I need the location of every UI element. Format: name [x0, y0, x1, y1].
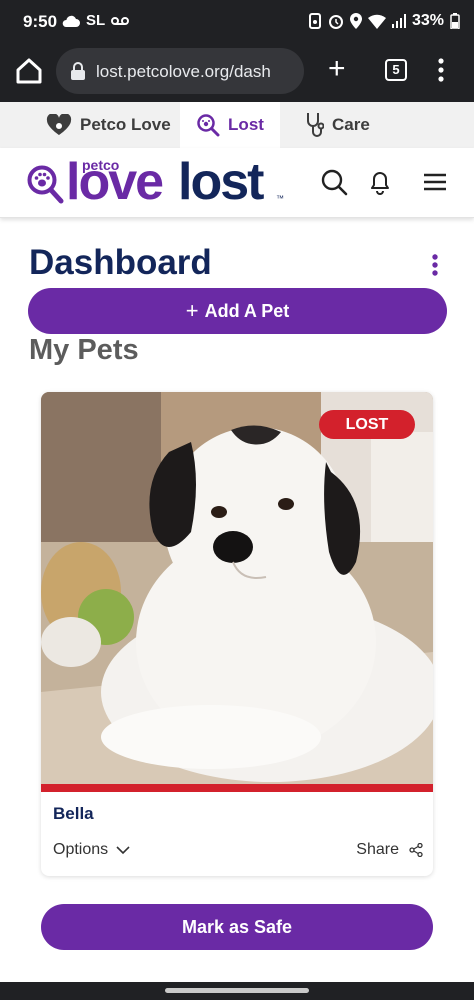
chevron-down-icon [116, 846, 130, 855]
tab-label: Lost [228, 115, 264, 134]
options-dropdown[interactable]: Options [53, 841, 130, 859]
clock: 9:50 [23, 12, 58, 31]
tab-care[interactable]: Care [304, 102, 370, 148]
hamburger-menu-icon[interactable] [421, 168, 449, 196]
mark-safe-button[interactable]: Mark as Safe [41, 904, 433, 950]
logo-lost-text: lost [178, 153, 264, 211]
page-title: Dashboard [29, 243, 212, 282]
url-text: lost.petcolove.org/dash [96, 62, 271, 81]
section-title: My Pets [29, 334, 139, 366]
home-icon[interactable] [14, 56, 44, 86]
pet-card[interactable]: LOST Bella Options Share [41, 392, 433, 876]
logo-love-text: love [66, 153, 164, 211]
new-tab-icon[interactable]: + [328, 54, 346, 84]
search-icon[interactable] [320, 168, 348, 196]
cloud-icon [62, 15, 80, 27]
share-button[interactable]: Share [356, 841, 423, 859]
tab-petco-love[interactable]: Petco Love [46, 102, 171, 148]
stethoscope-icon [307, 113, 324, 137]
wifi-calling-icon [308, 13, 321, 29]
status-badge: LOST [319, 410, 415, 439]
status-left-icons: SL [62, 12, 130, 29]
tab-label: Care [332, 115, 370, 134]
share-icon [409, 843, 423, 857]
address-bar[interactable]: lost.petcolove.org/dash [56, 48, 304, 94]
pet-photo[interactable] [41, 392, 433, 784]
battery-percent: 33% [411, 12, 444, 29]
search-paw-icon [197, 114, 220, 137]
dashboard-menu-icon[interactable] [431, 254, 439, 276]
add-pet-label: Add A Pet [204, 300, 290, 321]
gesture-handle[interactable] [165, 988, 309, 993]
heart-paw-icon [46, 114, 72, 135]
alarm-icon [328, 15, 343, 29]
plus-icon: + [185, 298, 199, 323]
location-icon [349, 13, 362, 29]
pet-name[interactable]: Bella [53, 804, 94, 824]
site-header: petco love lost ™ [0, 148, 474, 218]
trademark-mark: ™ [276, 194, 284, 203]
status-right-icons: 33% [308, 12, 460, 30]
bell-icon[interactable] [366, 168, 394, 196]
options-label: Options [53, 841, 109, 858]
carrier-label: SL [86, 12, 106, 29]
tab-lost[interactable]: Lost [180, 102, 280, 148]
browser-toolbar: lost.petcolove.org/dash + 5 [0, 44, 474, 102]
battery-icon [450, 13, 460, 29]
add-pet-button[interactable]: + Add A Pet [28, 288, 447, 334]
system-nav-bar [0, 982, 474, 1000]
site-tabs: Petco Love Lost Care [0, 102, 474, 148]
browser-menu-icon[interactable] [438, 58, 444, 82]
voicemail-icon [111, 16, 130, 25]
tab-label: Petco Love [80, 115, 171, 134]
wifi-icon [367, 14, 386, 29]
lock-icon [71, 62, 85, 80]
status-divider [41, 784, 433, 792]
share-label: Share [356, 841, 399, 858]
status-bar: 9:50 SL 33% [0, 0, 474, 44]
signal-icon [391, 14, 406, 28]
search-paw-icon[interactable] [26, 164, 64, 204]
tab-switcher-button[interactable]: 5 [385, 59, 407, 81]
